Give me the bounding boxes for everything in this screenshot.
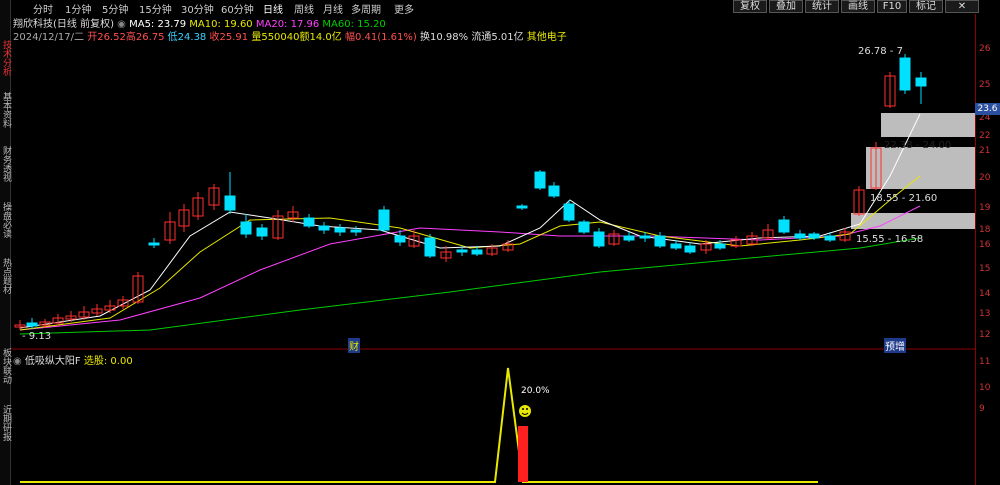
low-annotation: - 9.13 [22,331,52,342]
candle [654,235,666,247]
price-tick: 13 [979,309,991,319]
zone-box-1 [881,113,975,137]
candle [318,225,330,231]
spike-label: 20.0% [521,386,550,396]
candle [26,322,38,327]
price-tick: 10 [979,383,991,393]
candle [639,235,651,239]
candle [303,217,315,227]
price-tick: 16 [979,240,991,250]
indicator-header: ◉ 低吸纵大阳F 选股: 0.00 [13,352,133,367]
candle [548,185,560,197]
price-tick: 15 [979,264,991,274]
zone2-label: 18.55 - 21.60 [870,193,938,204]
candle [778,219,790,233]
candle [623,235,635,241]
candle [148,242,160,246]
price-tick: 11 [979,357,991,367]
zone-box-3 [851,213,975,229]
candle [240,221,252,235]
candle [808,233,820,239]
candle [670,243,682,249]
current-price-tag: 23.6 [975,103,1000,115]
price-tick: 19 [979,203,991,213]
stock-chart-app: { "left_tabs":["技术分析","基本资料","财务透视","操盘必… [0,0,1000,485]
candle [684,245,696,253]
candle [378,209,390,231]
price-tick: 21 [979,146,991,156]
price-tick: 18 [979,225,991,235]
candle [516,205,528,209]
zone3-label: 15.55 - 16.58 [856,234,924,245]
smile-icon [519,405,531,417]
candle [256,227,268,237]
candle [578,221,590,233]
peak-annotation: 26.78 - 7 [858,46,903,57]
price-tick: 25 [979,80,991,90]
candle [350,229,362,233]
indicator-line [20,367,818,483]
candle [394,235,406,243]
candle [224,195,236,211]
candle [471,249,483,255]
price-axis: 26 25 24 22 21 20 19 18 16 15 14 13 12 11 10 9 [975,14,1000,485]
price-tick: 22 [979,131,991,141]
indicator-name: 低吸纵大阳F [24,356,81,367]
candle [824,235,836,241]
price-tick: 14 [979,289,991,299]
zone1-label: 22.38 - 24.00 [884,140,952,151]
ma-line [19,237,921,335]
zone-box-2 [866,147,975,189]
candle [534,171,546,189]
indicator-bar [518,426,528,482]
finance-marker[interactable]: 财 [348,338,360,353]
price-tick: 12 [979,330,991,340]
forecast-marker[interactable]: 预增 [884,338,906,353]
candle [899,57,911,91]
candle [915,77,927,87]
ma-line [19,175,921,331]
price-tick: 9 [979,404,985,414]
price-tick: 26 [979,44,991,54]
candle [424,237,436,257]
indicator-value: 选股: 0.00 [83,356,133,367]
candle [334,227,346,233]
indicator-settings-icon[interactable]: ◉ [13,356,22,367]
candle [794,233,806,239]
candle [563,203,575,221]
candle [714,243,726,249]
price-tick: 20 [979,173,991,183]
chart-canvas [11,54,975,483]
candle [456,249,468,253]
candle [593,231,605,247]
